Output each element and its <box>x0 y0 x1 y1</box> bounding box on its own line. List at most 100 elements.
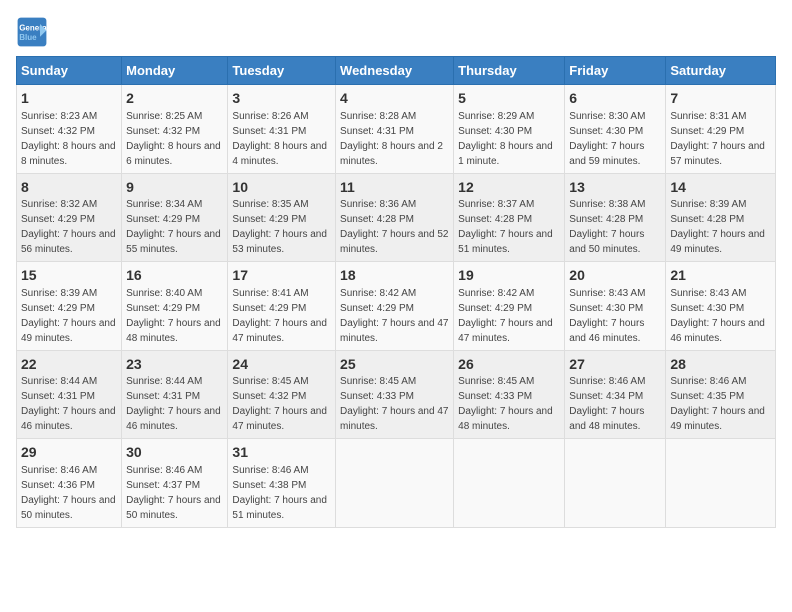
day-number: 16 <box>126 266 223 286</box>
day-number: 22 <box>21 355 117 375</box>
day-number: 30 <box>126 443 223 463</box>
header-thursday: Thursday <box>454 57 565 85</box>
calendar-cell: 12Sunrise: 8:37 AMSunset: 4:28 PMDayligh… <box>454 173 565 262</box>
day-number: 2 <box>126 89 223 109</box>
day-sunset: Sunset: 4:37 PM <box>126 480 200 491</box>
calendar-cell <box>666 439 776 528</box>
day-sunrise: Sunrise: 8:46 AM <box>569 376 645 387</box>
day-number: 23 <box>126 355 223 375</box>
day-daylight: Daylight: 8 hours and 4 minutes. <box>232 141 327 167</box>
calendar-cell: 4Sunrise: 8:28 AMSunset: 4:31 PMDaylight… <box>336 85 454 174</box>
day-number: 14 <box>670 178 771 198</box>
day-daylight: Daylight: 7 hours and 51 minutes. <box>458 229 553 255</box>
day-sunrise: Sunrise: 8:28 AM <box>340 111 416 122</box>
day-number: 6 <box>569 89 661 109</box>
day-daylight: Daylight: 7 hours and 47 minutes. <box>232 406 327 432</box>
day-number: 28 <box>670 355 771 375</box>
day-daylight: Daylight: 8 hours and 6 minutes. <box>126 141 221 167</box>
day-number: 8 <box>21 178 117 198</box>
day-sunset: Sunset: 4:31 PM <box>126 391 200 402</box>
day-number: 4 <box>340 89 449 109</box>
day-daylight: Daylight: 7 hours and 57 minutes. <box>670 141 765 167</box>
calendar-cell: 16Sunrise: 8:40 AMSunset: 4:29 PMDayligh… <box>122 262 228 351</box>
day-sunset: Sunset: 4:29 PM <box>126 303 200 314</box>
day-number: 31 <box>232 443 331 463</box>
calendar-cell: 2Sunrise: 8:25 AMSunset: 4:32 PMDaylight… <box>122 85 228 174</box>
day-daylight: Daylight: 7 hours and 48 minutes. <box>126 318 221 344</box>
calendar-cell: 28Sunrise: 8:46 AMSunset: 4:35 PMDayligh… <box>666 350 776 439</box>
day-sunrise: Sunrise: 8:36 AM <box>340 199 416 210</box>
day-sunset: Sunset: 4:34 PM <box>569 391 643 402</box>
day-daylight: Daylight: 7 hours and 56 minutes. <box>21 229 116 255</box>
day-sunrise: Sunrise: 8:31 AM <box>670 111 746 122</box>
day-sunset: Sunset: 4:28 PM <box>458 214 532 225</box>
calendar-week-row: 22 Sunrise: 8:44 AM Sunset: 4:31 PM Dayligh… <box>17 350 776 439</box>
calendar-cell: 31Sunrise: 8:46 AMSunset: 4:38 PMDayligh… <box>228 439 336 528</box>
day-number: 26 <box>458 355 560 375</box>
calendar-cell: 29Sunrise: 8:46 AMSunset: 4:36 PMDayligh… <box>17 439 122 528</box>
calendar-cell: 20Sunrise: 8:43 AMSunset: 4:30 PMDayligh… <box>565 262 666 351</box>
day-sunrise: Sunrise: 8:46 AM <box>670 376 746 387</box>
day-sunset: Sunset: 4:31 PM <box>232 126 306 137</box>
day-sunrise: Sunrise: 8:25 AM <box>126 111 202 122</box>
calendar-cell <box>565 439 666 528</box>
day-sunset: Sunset: 4:29 PM <box>21 303 95 314</box>
day-number: 3 <box>232 89 331 109</box>
day-sunset: Sunset: 4:30 PM <box>569 303 643 314</box>
day-number: 9 <box>126 178 223 198</box>
day-sunrise: Sunrise: 8:42 AM <box>340 288 416 299</box>
day-sunset: Sunset: 4:32 PM <box>21 126 95 137</box>
day-daylight: Daylight: 7 hours and 59 minutes. <box>569 141 644 167</box>
calendar-week-row: 8Sunrise: 8:32 AMSunset: 4:29 PMDaylight… <box>17 173 776 262</box>
day-daylight: Daylight: 7 hours and 49 minutes. <box>670 229 765 255</box>
day-number: 25 <box>340 355 449 375</box>
calendar-cell: 8Sunrise: 8:32 AMSunset: 4:29 PMDaylight… <box>17 173 122 262</box>
calendar-cell: 18Sunrise: 8:42 AMSunset: 4:29 PMDayligh… <box>336 262 454 351</box>
header-tuesday: Tuesday <box>228 57 336 85</box>
day-sunset: Sunset: 4:29 PM <box>21 214 95 225</box>
day-daylight: Daylight: 7 hours and 46 minutes. <box>21 406 116 432</box>
logo-icon: General Blue <box>16 16 48 48</box>
svg-text:Blue: Blue <box>19 33 37 42</box>
day-sunrise: Sunrise: 8:44 AM <box>126 376 202 387</box>
day-daylight: Daylight: 7 hours and 47 minutes. <box>458 318 553 344</box>
day-sunset: Sunset: 4:29 PM <box>126 214 200 225</box>
day-sunrise: Sunrise: 8:46 AM <box>232 465 308 476</box>
day-sunrise: Sunrise: 8:42 AM <box>458 288 534 299</box>
day-daylight: Daylight: 7 hours and 49 minutes. <box>670 406 765 432</box>
day-sunset: Sunset: 4:29 PM <box>232 303 306 314</box>
day-sunset: Sunset: 4:30 PM <box>458 126 532 137</box>
calendar-cell: 13Sunrise: 8:38 AMSunset: 4:28 PMDayligh… <box>565 173 666 262</box>
day-number: 27 <box>569 355 661 375</box>
header-wednesday: Wednesday <box>336 57 454 85</box>
calendar-cell: 15Sunrise: 8:39 AMSunset: 4:29 PMDayligh… <box>17 262 122 351</box>
calendar-cell: 24Sunrise: 8:45 AMSunset: 4:32 PMDayligh… <box>228 350 336 439</box>
calendar-cell: 3Sunrise: 8:26 AMSunset: 4:31 PMDaylight… <box>228 85 336 174</box>
calendar-table: SundayMondayTuesdayWednesdayThursdayFrid… <box>16 56 776 528</box>
day-number: 20 <box>569 266 661 286</box>
day-number: 18 <box>340 266 449 286</box>
day-sunrise: Sunrise: 8:46 AM <box>21 465 97 476</box>
day-daylight: Daylight: 7 hours and 48 minutes. <box>569 406 644 432</box>
day-sunrise: Sunrise: 8:29 AM <box>458 111 534 122</box>
day-sunrise: Sunrise: 8:45 AM <box>458 376 534 387</box>
day-sunrise: Sunrise: 8:43 AM <box>670 288 746 299</box>
day-sunset: Sunset: 4:33 PM <box>458 391 532 402</box>
calendar-cell: 21Sunrise: 8:43 AMSunset: 4:30 PMDayligh… <box>666 262 776 351</box>
calendar-cell: 19Sunrise: 8:42 AMSunset: 4:29 PMDayligh… <box>454 262 565 351</box>
day-sunrise: Sunrise: 8:38 AM <box>569 199 645 210</box>
day-sunset: Sunset: 4:29 PM <box>232 214 306 225</box>
day-daylight: Daylight: 7 hours and 55 minutes. <box>126 229 221 255</box>
day-number: 29 <box>21 443 117 463</box>
day-daylight: Daylight: 7 hours and 46 minutes. <box>126 406 221 432</box>
day-sunset: Sunset: 4:36 PM <box>21 480 95 491</box>
day-number: 1 <box>21 89 117 109</box>
header-sunday: Sunday <box>17 57 122 85</box>
day-sunrise: Sunrise: 8:35 AM <box>232 199 308 210</box>
day-number: 11 <box>340 178 449 198</box>
day-daylight: Daylight: 8 hours and 1 minute. <box>458 141 553 167</box>
day-sunset: Sunset: 4:29 PM <box>340 303 414 314</box>
calendar-cell <box>454 439 565 528</box>
calendar-cell: 22Sunrise: 8:44 AMSunset: 4:31 PMDayligh… <box>17 350 122 439</box>
calendar-cell: 9Sunrise: 8:34 AMSunset: 4:29 PMDaylight… <box>122 173 228 262</box>
